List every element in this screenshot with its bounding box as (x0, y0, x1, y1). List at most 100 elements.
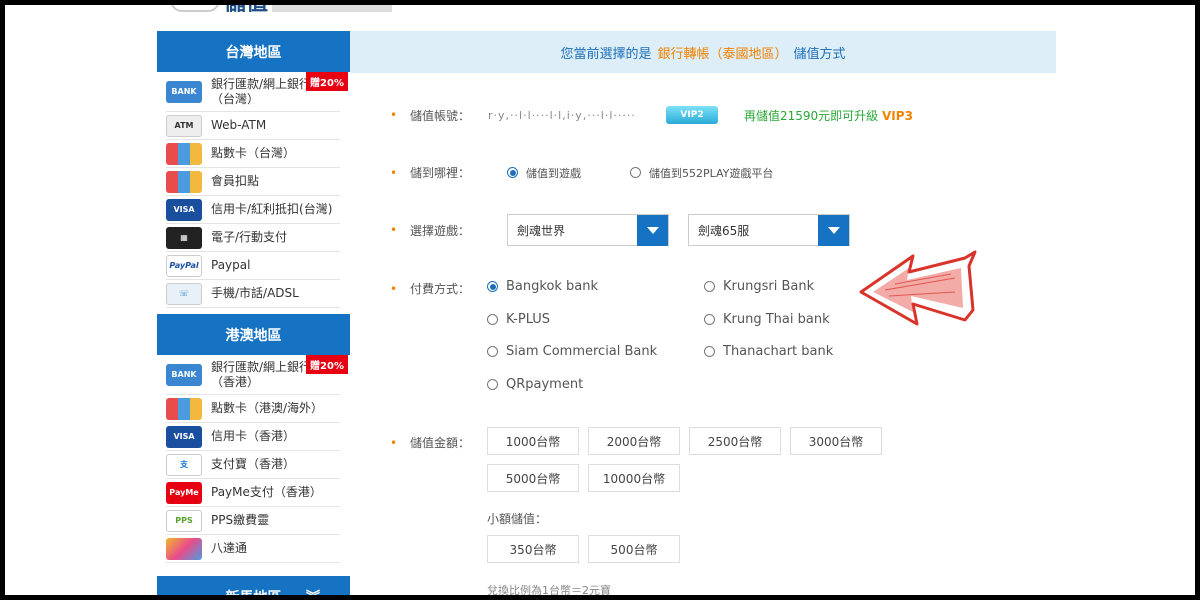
radio-label: Siam Commercial Bank (506, 344, 658, 359)
radio-circle[interactable] (487, 379, 498, 390)
region-title: 台灣地區 (225, 44, 282, 61)
visa-icon: VISA (166, 198, 202, 221)
alipay-icon: 支 (166, 453, 202, 476)
sidebar-item-paypal[interactable]: PayPal Paypal (166, 252, 340, 280)
sidebar-item-credit-card-hk[interactable]: VISA 信用卡（香港） (166, 423, 340, 451)
sidebar-item-label: 電子/行動支付 (211, 230, 288, 244)
payment-row: • 付費方式： (390, 280, 488, 297)
sidebar-item-label: 會員扣點 (211, 174, 260, 188)
amount-button[interactable]: 2500台幣 (689, 427, 781, 455)
radio-krungsri-bank[interactable]: Krungsri Bank (704, 279, 814, 294)
sidebar-item-member-points[interactable]: 會員扣點 (166, 168, 340, 196)
sidebar-item-octopus[interactable]: 八達通 (166, 535, 340, 563)
sidebar-item-alipay-hk[interactable]: 支 支付寶（香港） (166, 451, 340, 479)
amount-button[interactable]: 5000台幣 (487, 464, 579, 492)
radio-circle[interactable] (704, 314, 715, 325)
small-amount-button[interactable]: 500台幣 (588, 535, 680, 563)
target-row: • 儲到哪裡： 儲值到遊戲 儲值到552PLAY遊戲平台 (390, 164, 773, 181)
sidebar-item-label: 八達通 (211, 541, 248, 555)
logo-icon (170, 0, 220, 12)
game-label: 選擇遊戲： (410, 223, 471, 238)
bonus-badge: 贈20% (306, 355, 348, 374)
radio-krung-thai-bank[interactable]: Krung Thai bank (704, 312, 830, 327)
target-label: 儲到哪裡： (410, 166, 471, 180)
red-arrow-annotation (859, 250, 977, 326)
atm-card-icon: ATM (166, 114, 202, 137)
dropdown-arrow-icon[interactable] (637, 214, 668, 246)
upgrade-hint: 再儲值21590元即可升級 VIP3 (744, 107, 913, 124)
phone-icon: ☏ (166, 282, 202, 305)
sidebar-item-label: 點數卡（台灣） (211, 146, 296, 160)
radio-k-plus[interactable]: K-PLUS (487, 312, 550, 327)
vip-diamond-icon: VIP2 (666, 106, 718, 124)
bullet-dot: • (390, 108, 398, 122)
account-label: 儲值帳號： (410, 108, 471, 123)
amount-button[interactable]: 3000台幣 (790, 427, 882, 455)
small-amount-button[interactable]: 350台幣 (487, 535, 579, 563)
radio-circle[interactable] (704, 346, 715, 357)
radio-qr-payment[interactable]: QRpayment (487, 377, 583, 392)
radio-target-platform[interactable]: 儲值到552PLAY遊戲平台 (630, 165, 773, 181)
radio-siam-commercial-bank[interactable]: Siam Commercial Bank (487, 344, 657, 359)
game-select[interactable]: 劍魂世界 (507, 214, 669, 246)
point-card-icon (166, 170, 202, 193)
site-logo[interactable]: 儲值 (170, 0, 393, 12)
radio-circle[interactable] (487, 314, 498, 325)
octopus-icon (166, 537, 202, 560)
amount-button[interactable]: 1000台幣 (487, 427, 579, 455)
radio-circle[interactable] (487, 281, 498, 292)
bullet-dot: • (390, 281, 398, 296)
radio-label: K-PLUS (506, 312, 551, 327)
sidebar-item-credit-card-tw[interactable]: VISA 信用卡/紅利抵扣(台灣) (166, 196, 340, 224)
selected-method: 銀行轉帳（泰國地區） (657, 46, 788, 62)
small-amount-label: 小額儲值： (487, 512, 548, 526)
bullet-dot: • (390, 435, 398, 450)
radio-bangkok-bank[interactable]: Bangkok bank (487, 279, 598, 294)
radio-circle[interactable] (487, 346, 498, 357)
radio-circle[interactable] (630, 167, 641, 178)
chevron-double-down-icon: ︾ (306, 589, 320, 600)
radio-label: Thanachart bank (723, 344, 834, 359)
logo-text: 儲值 (224, 0, 268, 12)
region-title: 新馬地區 (225, 589, 282, 600)
region-header-taiwan[interactable]: 台灣地區 (157, 31, 350, 72)
payme-icon: PayMe (166, 481, 202, 504)
amount-button[interactable]: 10000台幣 (588, 464, 680, 492)
upgrade-text: 再儲值21590元即可升級 (744, 108, 879, 123)
radio-thanachart-bank[interactable]: Thanachart bank (704, 344, 833, 359)
amount-row: • 儲值金額： (390, 434, 488, 451)
sidebar-item-bank-tw[interactable]: BANK 銀行匯款/網上銀行轉帳（台灣） 贈20% (166, 72, 348, 112)
region-header-hongkong-macau[interactable]: 港澳地區 (157, 314, 350, 355)
banner-suffix: 儲值方式 (793, 46, 846, 62)
sidebar-item-point-card-tw[interactable]: 點數卡（台灣） (166, 140, 340, 168)
sidebar-item-web-atm[interactable]: ATM Web-ATM (166, 112, 340, 140)
dropdown-arrow-icon[interactable] (818, 214, 849, 246)
banner-prefix: 您當前選擇的是 (560, 46, 652, 62)
sidebar-item-bank-hk[interactable]: BANK 銀行匯款/網上銀行轉帳（香港） 贈20% (166, 355, 348, 395)
sidebar-item-point-card-hk[interactable]: 點數卡（港澳/海外） (166, 395, 340, 423)
sidebar-item-label: 手機/市話/ADSL (211, 286, 299, 300)
game-row: • 選擇遊戲： 劍魂世界 劍魂65服 (390, 214, 850, 246)
radio-circle[interactable] (704, 281, 715, 292)
account-row: • 儲值帳號： r·y,··l·l····l·l,i·y,···l·l·····… (390, 106, 913, 124)
bullet-dot: • (390, 223, 398, 237)
amount-button[interactable]: 2000台幣 (588, 427, 680, 455)
region-header-singapore-malaysia[interactable]: 新馬地區 ︾ (157, 576, 350, 600)
selected-method-banner: 您當前選擇的是 銀行轉帳（泰國地區） 儲值方式 (350, 31, 1056, 73)
sidebar-item-label: Paypal (211, 258, 251, 272)
paypal-icon: PayPal (166, 254, 202, 277)
exchange-ratio-text: 兌換比例為1台幣＝2元寶 (487, 584, 611, 597)
radio-label: Krungsri Bank (723, 279, 815, 294)
sidebar-item-mobile-pay[interactable]: ▦ 電子/行動支付 (166, 224, 340, 252)
radio-circle[interactable] (507, 167, 518, 178)
sidebar-item-phone-adsl[interactable]: ☏ 手機/市話/ADSL (166, 280, 340, 308)
server-select[interactable]: 劍魂65服 (688, 214, 850, 246)
sidebar-item-payme[interactable]: PayMe PayMe支付（香港） (166, 479, 340, 507)
bank-icon: BANK (166, 363, 202, 386)
radio-target-game[interactable]: 儲值到遊戲 (507, 165, 630, 181)
pps-icon: PPS (166, 509, 202, 532)
sidebar-item-label: 支付寶（香港） (211, 457, 296, 471)
sidebar-item-pps[interactable]: PPS PPS繳費靈 (166, 507, 340, 535)
payment-sidebar: 台灣地區 BANK 銀行匯款/網上銀行轉帳（台灣） 贈20% ATM Web-A… (157, 31, 350, 600)
visa-icon: VISA (166, 425, 202, 448)
